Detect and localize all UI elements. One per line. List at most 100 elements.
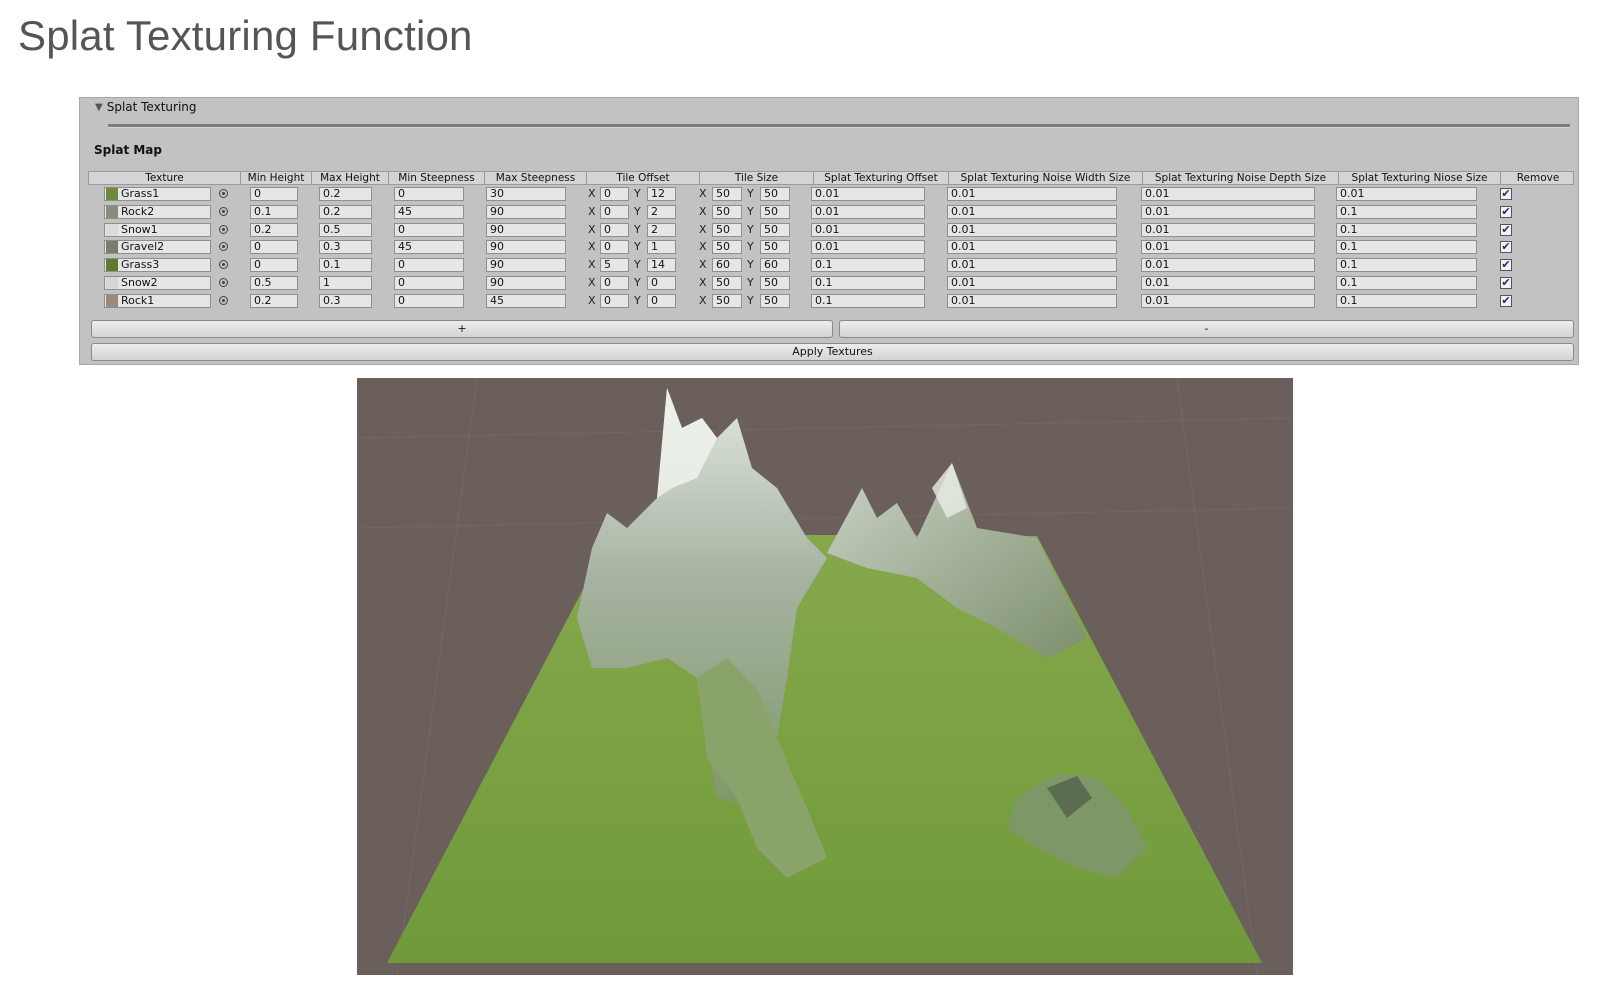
tile-size-y-field[interactable]: 60 — [760, 258, 790, 273]
remove-checkbox[interactable]: ✔ — [1500, 276, 1512, 289]
tile-size-x-field[interactable]: 50 — [712, 240, 742, 255]
remove-checkbox[interactable]: ✔ — [1500, 259, 1512, 272]
noise-width-field[interactable]: 0.01 — [947, 293, 1117, 308]
noise-depth-field[interactable]: 0.01 — [1141, 222, 1315, 237]
object-picker-icon[interactable] — [219, 224, 228, 234]
tile-size-x-field[interactable]: 60 — [712, 258, 742, 273]
tile-offset-y-field[interactable]: 0 — [647, 275, 676, 290]
tile-offset-x-field[interactable]: 0 — [600, 187, 629, 201]
tile-offset-y-field[interactable]: 1 — [647, 240, 676, 255]
noise-width-field[interactable]: 0.01 — [947, 240, 1117, 255]
min-height-field[interactable]: 0.2 — [250, 293, 298, 308]
noise-depth-field[interactable]: 0.01 — [1141, 240, 1315, 255]
min-steepness-field[interactable]: 0 — [394, 258, 464, 273]
noise-depth-field[interactable]: 0.01 — [1141, 187, 1315, 201]
tile-size-y-field[interactable]: 50 — [760, 293, 790, 308]
noise-size-field[interactable]: 0.1 — [1336, 204, 1477, 219]
add-layer-button[interactable]: + — [91, 320, 833, 338]
tile-offset-x-field[interactable]: 0 — [600, 222, 629, 237]
tile-offset-x-field[interactable]: 0 — [600, 240, 629, 255]
min-height-field[interactable]: 0.1 — [250, 204, 298, 219]
max-height-field[interactable]: 1 — [319, 275, 372, 290]
tile-offset-y-field[interactable]: 2 — [647, 222, 676, 237]
min-height-field[interactable]: 0.2 — [250, 222, 298, 237]
tile-size-x-field[interactable]: 50 — [712, 275, 742, 290]
max-steepness-field[interactable]: 45 — [486, 293, 566, 308]
min-steepness-field[interactable]: 45 — [394, 204, 464, 219]
splat-offset-field[interactable]: 0.01 — [811, 187, 925, 201]
splat-offset-field[interactable]: 0.01 — [811, 240, 925, 255]
object-picker-icon[interactable] — [219, 242, 228, 252]
min-steepness-field[interactable]: 0 — [394, 293, 464, 308]
min-height-field[interactable]: 0.5 — [250, 275, 298, 290]
tile-offset-y-field[interactable]: 2 — [647, 204, 676, 219]
min-steepness-field[interactable]: 45 — [394, 240, 464, 255]
remove-checkbox[interactable]: ✔ — [1500, 223, 1512, 236]
noise-depth-field[interactable]: 0.01 — [1141, 293, 1315, 308]
noise-size-field[interactable]: 0.1 — [1336, 240, 1477, 255]
object-picker-icon[interactable] — [219, 206, 228, 216]
min-height-field[interactable]: 0 — [250, 240, 298, 255]
noise-width-field[interactable]: 0.01 — [947, 275, 1117, 290]
noise-size-field[interactable]: 0.1 — [1336, 258, 1477, 273]
tile-size-x-field[interactable]: 50 — [712, 293, 742, 308]
max-steepness-field[interactable]: 30 — [486, 187, 566, 201]
remove-layer-button[interactable]: - — [839, 320, 1574, 338]
max-steepness-field[interactable]: 90 — [486, 275, 566, 290]
splat-texturing-foldout[interactable]: ▼ Splat Texturing — [95, 100, 197, 114]
noise-depth-field[interactable]: 0.01 — [1141, 258, 1315, 273]
min-height-field[interactable]: 0 — [250, 187, 298, 201]
tile-offset-y-field[interactable]: 12 — [647, 187, 676, 201]
object-picker-icon[interactable] — [219, 260, 228, 270]
noise-size-field[interactable]: 0.1 — [1336, 222, 1477, 237]
tile-size-y-field[interactable]: 50 — [760, 275, 790, 290]
object-picker-icon[interactable] — [219, 189, 228, 198]
min-steepness-field[interactable]: 0 — [394, 222, 464, 237]
max-height-field[interactable]: 0.3 — [319, 240, 372, 255]
max-height-field[interactable]: 0.1 — [319, 258, 372, 273]
tile-offset-x-field[interactable]: 0 — [600, 204, 629, 219]
noise-size-field[interactable]: 0.1 — [1336, 275, 1477, 290]
noise-width-field[interactable]: 0.01 — [947, 204, 1117, 219]
remove-checkbox[interactable]: ✔ — [1500, 294, 1512, 307]
noise-size-field[interactable]: 0.01 — [1336, 187, 1477, 201]
min-steepness-field[interactable]: 0 — [394, 187, 464, 201]
min-height-field[interactable]: 0 — [250, 258, 298, 273]
texture-field[interactable]: Grass3 — [104, 258, 211, 273]
texture-field[interactable]: Rock2 — [104, 204, 211, 219]
max-height-field[interactable]: 0.5 — [319, 222, 372, 237]
splat-offset-field[interactable]: 0.01 — [811, 204, 925, 219]
noise-depth-field[interactable]: 0.01 — [1141, 204, 1315, 219]
tile-size-y-field[interactable]: 50 — [760, 222, 790, 237]
tile-size-y-field[interactable]: 50 — [760, 240, 790, 255]
max-height-field[interactable]: 0.2 — [319, 204, 372, 219]
max-steepness-field[interactable]: 90 — [486, 258, 566, 273]
tile-offset-y-field[interactable]: 14 — [647, 258, 676, 273]
max-steepness-field[interactable]: 90 — [486, 204, 566, 219]
texture-field[interactable]: Grass1 — [104, 187, 211, 201]
noise-depth-field[interactable]: 0.01 — [1141, 275, 1315, 290]
object-picker-icon[interactable] — [219, 277, 228, 287]
texture-field[interactable]: Snow2 — [104, 275, 211, 290]
max-steepness-field[interactable]: 90 — [486, 240, 566, 255]
tile-size-x-field[interactable]: 50 — [712, 204, 742, 219]
noise-width-field[interactable]: 0.01 — [947, 187, 1117, 201]
tile-size-x-field[interactable]: 50 — [712, 187, 742, 201]
texture-field[interactable]: Gravel2 — [104, 240, 211, 255]
remove-checkbox[interactable]: ✔ — [1500, 188, 1512, 200]
remove-checkbox[interactable]: ✔ — [1500, 205, 1512, 218]
max-height-field[interactable]: 0.3 — [319, 293, 372, 308]
splat-offset-field[interactable]: 0.1 — [811, 258, 925, 273]
texture-field[interactable]: Rock1 — [104, 293, 211, 308]
max-height-field[interactable]: 0.2 — [319, 187, 372, 201]
noise-size-field[interactable]: 0.1 — [1336, 293, 1477, 308]
remove-checkbox[interactable]: ✔ — [1500, 241, 1512, 254]
object-picker-icon[interactable] — [219, 295, 228, 305]
tile-size-y-field[interactable]: 50 — [760, 204, 790, 219]
splat-offset-field[interactable]: 0.1 — [811, 275, 925, 290]
tile-size-x-field[interactable]: 50 — [712, 222, 742, 237]
texture-field[interactable]: Snow1 — [104, 222, 211, 237]
tile-size-y-field[interactable]: 50 — [760, 187, 790, 201]
tile-offset-y-field[interactable]: 0 — [647, 293, 676, 308]
noise-width-field[interactable]: 0.01 — [947, 258, 1117, 273]
